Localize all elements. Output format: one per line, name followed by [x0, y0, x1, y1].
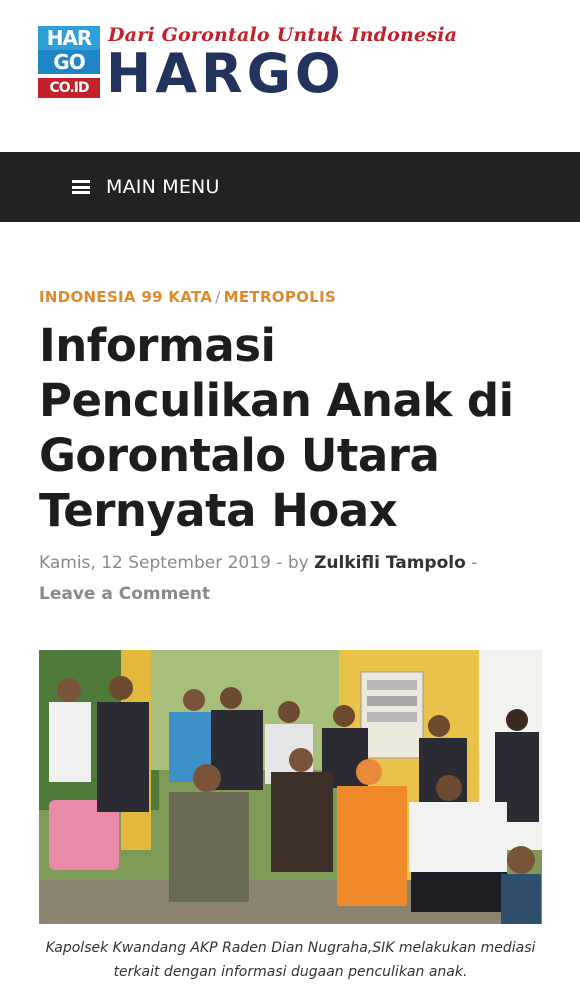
author-link[interactable]: Zulkifli Tampolo [314, 553, 466, 573]
category-link-indonesia-99-kata[interactable]: INDONESIA 99 KATA [39, 288, 212, 306]
category-links: INDONESIA 99 KATA / METROPOLIS [39, 288, 542, 306]
leave-comment-link[interactable]: Leave a Comment [39, 584, 210, 604]
main-menu-bar[interactable]: MAIN MENU [0, 152, 580, 222]
site-wordmark[interactable]: HARGO [106, 46, 345, 102]
site-logo-icon[interactable]: HAR GO CO.ID [38, 26, 100, 98]
logo-cell-coid: CO.ID [38, 78, 100, 98]
main-menu-label[interactable]: MAIN MENU [106, 176, 220, 198]
logo-cell-go: GO [38, 50, 100, 74]
category-link-metropolis[interactable]: METROPOLIS [224, 288, 336, 306]
article: INDONESIA 99 KATA / METROPOLIS Informasi P… [0, 288, 580, 984]
photo-caption: Kapolsek Kwandang AKP Raden Dian Nugraha… [45, 940, 536, 980]
category-separator: / [215, 288, 221, 306]
by-label: by [287, 553, 309, 573]
photo-illustration [39, 650, 542, 924]
meta-separator: - [471, 553, 478, 573]
article-meta: Kamis, 12 September 2019 - by Zulkifli T… [39, 548, 542, 610]
article-title: Informasi Penculikan Anak di Gorontalo U… [39, 319, 514, 537]
logo-cell-har: HAR [38, 26, 100, 50]
publish-date[interactable]: Kamis, 12 September 2019 [39, 553, 271, 573]
meta-separator: - [276, 553, 288, 573]
hamburger-menu-icon[interactable] [72, 180, 90, 194]
article-photo [39, 650, 542, 924]
site-header: HAR GO CO.ID Dari Gorontalo Untuk Indone… [0, 0, 580, 152]
